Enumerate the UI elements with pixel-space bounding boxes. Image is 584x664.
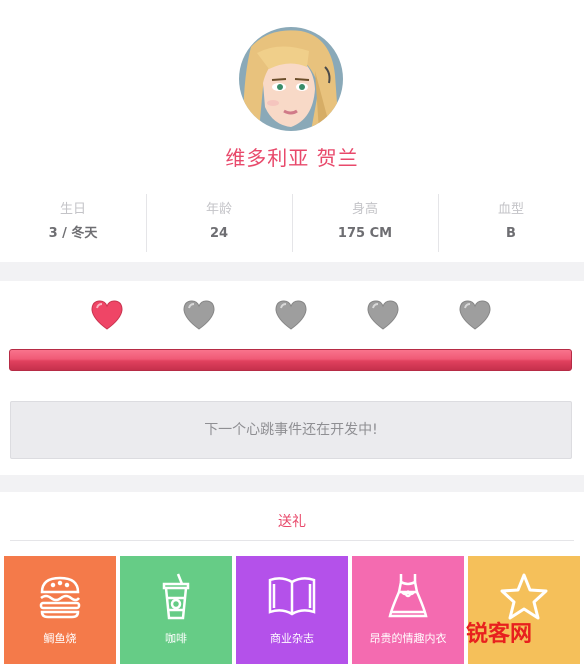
stat-label: 身高	[351, 202, 378, 217]
heart-rating	[0, 299, 584, 335]
affection-progress-fill	[10, 350, 571, 370]
drink-cup-icon	[120, 572, 232, 622]
stat-height: 身高 175 CM	[292, 194, 438, 252]
gift-label: 昂贵的情趣内衣	[369, 632, 447, 645]
affection-panel: 下一个心跳事件还在开发中!	[0, 281, 584, 475]
gift-button-coffee[interactable]: 咖啡	[120, 556, 232, 664]
heart-empty-icon	[458, 299, 492, 331]
gift-label: 商业杂志	[270, 632, 314, 645]
stat-value: 24	[209, 226, 229, 241]
portrait-image	[239, 27, 343, 131]
dress-icon	[352, 572, 464, 622]
gift-button-taiyaki[interactable]: 鲷鱼烧	[4, 556, 116, 664]
divider	[10, 540, 574, 541]
profile-card: 维多利亚 贺兰 生日 3 / 冬天 年龄 24 身高 175 CM 血型 B	[0, 0, 584, 262]
stat-label: 生日	[59, 202, 86, 217]
gift-button-business-magazine[interactable]: 商业杂志	[236, 556, 348, 664]
stat-value: 3 / 冬天	[48, 226, 98, 241]
gift-section-title: 送礼	[278, 514, 306, 530]
gift-label: 咖啡	[165, 632, 187, 645]
heart-filled-icon	[90, 299, 124, 331]
character-name: 维多利亚 贺兰	[225, 146, 359, 170]
burger-icon	[4, 572, 116, 622]
stats-row: 生日 3 / 冬天 年龄 24 身高 175 CM 血型 B	[0, 194, 584, 252]
stat-birthday: 生日 3 / 冬天	[0, 194, 146, 252]
stat-blood-type: 血型 B	[438, 194, 584, 252]
avatar[interactable]	[239, 27, 343, 131]
stat-value: 175 CM	[337, 226, 393, 241]
heart-empty-icon	[274, 299, 308, 331]
heart-empty-icon	[182, 299, 216, 331]
stat-value: B	[506, 226, 516, 241]
open-book-icon	[236, 572, 348, 622]
event-notice: 下一个心跳事件还在开发中!	[10, 401, 572, 459]
stat-label: 年龄	[205, 202, 232, 217]
stat-age: 年龄 24	[146, 194, 292, 252]
affection-progress-bar	[9, 349, 572, 371]
heart-empty-icon	[366, 299, 400, 331]
star-icon	[468, 572, 580, 622]
stat-label: 血型	[497, 202, 524, 217]
gift-label: 鲷鱼烧	[43, 632, 77, 645]
watermark: 锐客网	[466, 622, 533, 647]
gift-button-lingerie[interactable]: 昂贵的情趣内衣	[352, 556, 464, 664]
